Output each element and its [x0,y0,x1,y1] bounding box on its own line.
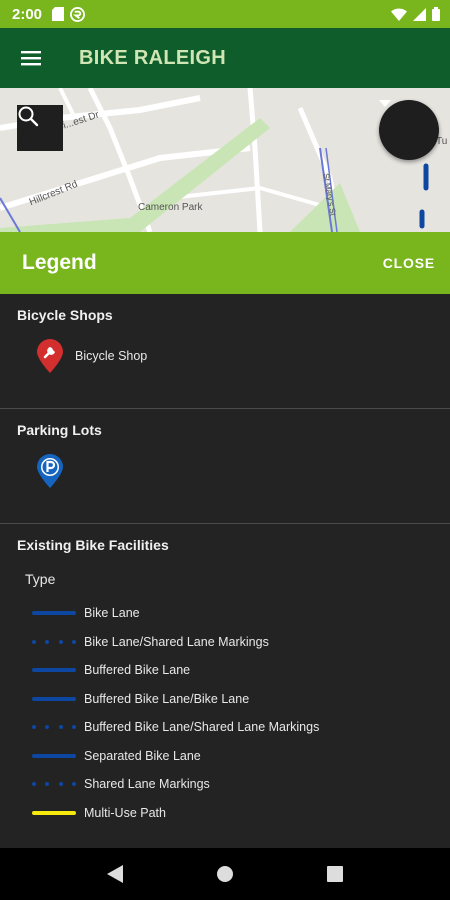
back-triangle-icon [107,865,123,883]
wifi-icon [391,7,407,21]
back-button[interactable] [95,854,135,894]
signal-icon [413,7,426,21]
facility-item-label: Separated Bike Lane [84,748,201,763]
bicycle-shop-label: Bicycle Shop [75,349,148,363]
legend-title: Legend [22,251,97,274]
facility-item: Buffered Bike Lane/Bike Lane [0,685,450,714]
solid-line-swatch-icon [32,810,76,815]
solid-line-swatch-icon [32,696,76,701]
section-title-bicycle-shops: Bicycle Shops [17,307,113,323]
recents-square-icon [327,866,343,882]
facility-type-label: Type [25,571,56,587]
solid-line-swatch-icon [32,668,76,673]
status-time: 2:00 [12,5,43,23]
legend-header: Legend CLOSE [0,232,450,294]
navigation-bar [0,848,450,900]
map-view[interactable]: Bi...est Dr Hillcrest Rd Cameron Park St… [0,88,450,232]
facility-item-label: Buffered Bike Lane/Shared Lane Markings [84,720,320,735]
facility-item-label: Multi-Use Path [84,805,166,820]
legend-section-bike-facilities: Existing Bike Facilities Type Bike Lane B… [0,524,450,827]
sync-icon [70,6,86,22]
facility-item: Multi-Use Path [0,799,450,828]
sd-card-icon [52,7,65,21]
map-roads [0,88,429,232]
solid-line-swatch-icon [32,753,76,758]
facility-item-label: Bike Lane [84,606,140,621]
facility-item-label: Buffered Bike Lane/Bike Lane [84,691,250,706]
legend-item-bicycle-shop: Bicycle Shop [0,323,450,373]
legend-section-parking-lots: Parking Lots [0,409,450,524]
dotted-line-swatch-icon [32,725,76,730]
facility-item: Bike Lane [0,599,450,628]
section-title-bike-facilities: Existing Bike Facilities [17,537,169,553]
legend-panel[interactable]: Bicycle Shops Bicycle Shop Parking Lots … [0,294,450,848]
recents-button[interactable] [315,854,355,894]
facility-item: Shared Lane Markings [0,770,450,799]
layers-dropdown-button[interactable] [379,100,439,160]
menu-button[interactable] [0,28,62,88]
section-title-parking-lots: Parking Lots [17,422,102,438]
facility-item-label: Bike Lane/Shared Lane Markings [84,634,269,649]
bicycle-shop-marker-icon [37,339,63,373]
parking-marker-icon [37,454,63,488]
app-title: BIKE RALEIGH [79,46,226,69]
facility-item: Separated Bike Lane [0,742,450,771]
dotted-line-swatch-icon [32,782,76,787]
home-circle-icon [217,866,233,882]
facility-item: Buffered Bike Lane/Shared Lane Markings [0,713,450,742]
map-search-button[interactable] [17,105,63,151]
battery-icon [432,7,440,21]
caret-down-icon [379,100,391,107]
facility-item: Bike Lane/Shared Lane Markings [0,628,450,657]
hamburger-icon [21,51,41,66]
legend-item-parking [0,438,450,488]
close-button[interactable]: CLOSE [383,255,435,271]
facility-item-label: Shared Lane Markings [84,777,210,792]
status-bar: 2:00 [0,0,450,28]
dotted-line-swatch-icon [32,639,76,644]
legend-section-bicycle-shops: Bicycle Shops Bicycle Shop [0,294,450,409]
home-button[interactable] [205,854,245,894]
solid-line-swatch-icon [32,611,76,616]
facility-item: Buffered Bike Lane [0,656,450,685]
facility-list: Bike Lane Bike Lane/Shared Lane Markings B… [0,587,450,827]
map-label-cameron-park: Cameron Park [138,202,203,213]
app-bar: BIKE RALEIGH [0,28,450,88]
facility-item-label: Buffered Bike Lane [84,663,191,678]
search-icon [18,106,39,127]
